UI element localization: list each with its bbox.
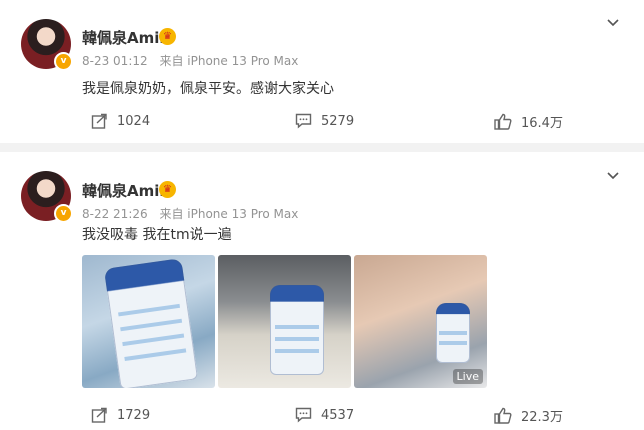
comment-count: 4537 [321,407,355,423]
post-time[interactable]: 8-23 01:12 [82,54,148,68]
repost-button[interactable]: 1024 [91,106,150,136]
photo-test-kit-in-hand[interactable] [82,255,215,388]
repost-count: 1024 [117,113,151,129]
test-cup-bottle [103,258,199,388]
like-count: 16.4万 [521,115,563,131]
comment-count: 5279 [321,113,355,129]
username[interactable]: 韓佩泉Amir [82,27,167,48]
thumb-up-icon [494,407,512,424]
action-bar: 1729 4537 22.3万 [0,400,644,430]
post-source: 来自 iPhone 13 Pro Max [159,207,299,221]
comment-icon [295,113,312,129]
repost-count: 1729 [117,407,151,423]
chevron-down-icon[interactable] [607,170,619,182]
crown-icon: ♛ [159,28,176,45]
post-text: 我没吸毒 我在tm说一遍 [82,227,232,243]
share-icon [91,407,107,423]
post-time[interactable]: 8-22 21:26 [82,207,148,221]
comment-button[interactable]: 5279 [295,106,354,136]
post-meta: 8-22 21:26 来自 iPhone 13 Pro Max [82,205,298,222]
test-cup-bottle [270,285,324,375]
crown-icon: ♛ [159,181,176,198]
avatar[interactable]: v [21,171,73,223]
verified-icon: v [54,52,73,71]
share-icon [91,113,107,129]
username[interactable]: 韓佩泉Amir [82,180,167,201]
photo-test-kit-on-table[interactable] [218,255,351,388]
post-text: 我是佩泉奶奶，佩泉平安。感谢大家关心 [82,81,334,97]
weibo-post: v 韓佩泉Amir ♛ 8-22 21:26 来自 iPhone 13 Pro … [0,152,644,430]
action-bar: 1024 5279 16.4万 [0,106,644,136]
thumb-up-icon [494,113,512,130]
avatar[interactable]: v [21,19,73,71]
post-meta: 8-23 01:12 来自 iPhone 13 Pro Max [82,52,298,69]
verified-icon: v [54,204,73,223]
like-count: 22.3万 [521,409,563,425]
comment-icon [295,407,312,423]
weibo-post: v 韓佩泉Amir ♛ 8-23 01:12 来自 iPhone 13 Pro … [0,0,644,143]
chevron-down-icon[interactable] [607,17,619,29]
live-photo-badge: Live [452,369,483,384]
like-button[interactable]: 22.3万 [494,400,563,430]
like-button[interactable]: 16.4万 [494,106,563,136]
photo-live-test-kit[interactable]: Live [354,255,487,388]
test-cup-bottle [436,303,470,363]
repost-button[interactable]: 1729 [91,400,150,430]
post-source: 来自 iPhone 13 Pro Max [159,54,299,68]
comment-button[interactable]: 4537 [295,400,354,430]
